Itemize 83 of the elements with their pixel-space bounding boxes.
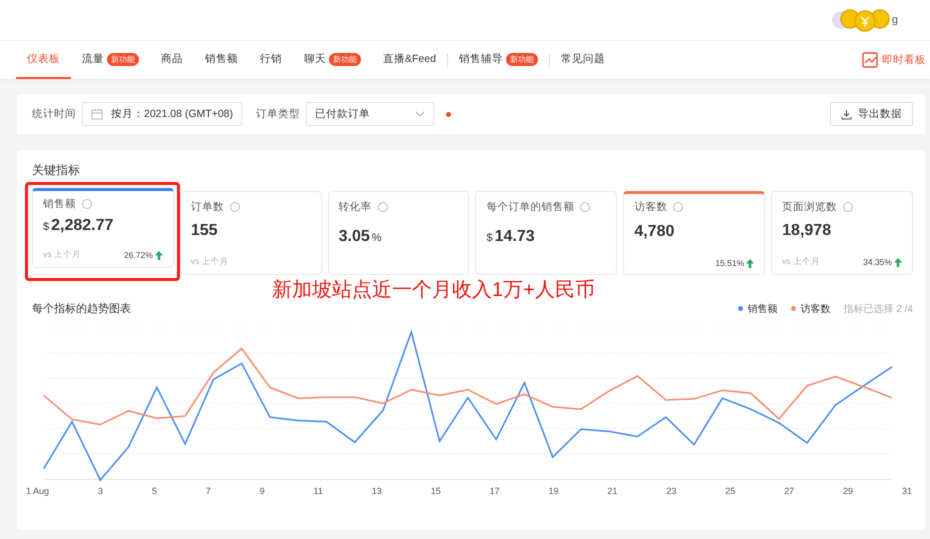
metric-card[interactable]: 访客数 4,780 15.51% (623, 191, 766, 275)
new-badge: 新功能 (329, 52, 361, 66)
change-value: 15.51% (715, 258, 744, 268)
order-type-label: 订单类型 (256, 107, 300, 121)
axis-label: 15 (430, 486, 441, 496)
metric-value: 155 (190, 222, 218, 240)
nav-tab[interactable]: 常见问题 (550, 41, 616, 79)
metric-value: 4,780 (634, 223, 674, 241)
axis-label: 7 (206, 486, 211, 496)
unit-sign: % (372, 232, 382, 244)
help-icon (378, 202, 388, 212)
currency-sign: $ (43, 221, 50, 233)
compare-label: vs 上个月 (43, 249, 81, 261)
metric-card[interactable]: 转化率 3.05% (328, 191, 470, 275)
help-icon (843, 202, 854, 212)
axis-label: 31 (902, 486, 912, 496)
calendar-icon (91, 108, 103, 120)
help-icon (580, 202, 590, 212)
annotation-text: 新加坡站点近一个月收入1万+人民币 (272, 279, 595, 301)
coins-icon (838, 8, 892, 32)
download-icon (841, 108, 852, 120)
line-chart-icon (862, 52, 878, 68)
metric-label: 页面浏览数 (782, 200, 838, 214)
metric-value: 18,978 (782, 222, 832, 240)
axis-label: 9 (260, 486, 265, 496)
axis-label: 5 (152, 486, 157, 496)
nav-tab[interactable]: 仪表板 (16, 41, 71, 79)
metric-label: 订单数 (190, 200, 224, 214)
metric-label: 转化率 (338, 200, 372, 214)
axis-label: 11 (314, 486, 323, 496)
help-icon (82, 199, 92, 209)
change-value: 26.72% (124, 250, 153, 260)
metric-card[interactable]: 订单数 155 vs 上个月 (180, 191, 322, 275)
axis-label: 23 (666, 486, 676, 496)
help-icon (230, 202, 240, 212)
caret-icon (415, 111, 426, 117)
user-name: g (892, 14, 898, 26)
nav-tab[interactable]: 销售额 (194, 41, 249, 79)
legend-label: 访客数 (800, 302, 831, 316)
axis-label: 3 (98, 486, 103, 496)
metric-value: 14.73 (494, 228, 535, 246)
axis-label: 27 (784, 486, 794, 496)
metric-label: 销售额 (43, 197, 76, 211)
metric-card[interactable]: 销售额 $2,282.77 vs 上个月 26.72% (32, 188, 174, 268)
help-icon (673, 202, 684, 212)
realtime-link[interactable]: 即时看板 (862, 41, 930, 79)
nav-tab[interactable]: 销售辅导 新功能 (448, 41, 549, 79)
metric-label: 访客数 (634, 200, 668, 214)
order-type-select[interactable]: 已付款订单 (306, 102, 434, 126)
axis-label: 17 (490, 486, 500, 496)
axis-label: 1 Aug (26, 486, 50, 496)
currency-sign: $ (486, 232, 493, 244)
up-arrow-icon (154, 250, 163, 260)
up-arrow-icon (746, 258, 754, 268)
axis-label: 25 (725, 486, 736, 496)
axis-label: 19 (548, 486, 559, 496)
export-button[interactable]: 导出数据 (830, 102, 913, 126)
change-value: 34.35% (863, 257, 892, 267)
axis-label: 13 (372, 486, 382, 496)
nav-tab[interactable]: 直播&Feed (372, 41, 447, 79)
chart-title: 每个指标的趋势图表 (32, 302, 131, 316)
selection-note: 指标已选择 2 /4 (844, 302, 913, 316)
compare-label: vs 上个月 (782, 256, 820, 268)
date-field[interactable]: 按月：2021.08 (GMT+08) (82, 102, 242, 126)
metric-card[interactable]: 每个订单的销售额 $14.73 (475, 191, 618, 275)
metric-value: 3.05 (338, 228, 370, 246)
metric-card[interactable]: 页面浏览数 18,978 vs 上个月 34.35% (771, 191, 913, 275)
axis-label: 21 (607, 486, 618, 496)
metric-label: 每个订单的销售额 (486, 200, 574, 214)
period-label: 统计时间 (32, 107, 76, 121)
new-badge: 新功能 (506, 52, 538, 66)
status-dot-icon (446, 112, 452, 116)
new-badge: 新功能 (107, 52, 139, 66)
nav-tab[interactable]: 商品 (150, 41, 194, 79)
metric-value: 2,282.77 (51, 217, 114, 235)
compare-label: vs 上个月 (190, 256, 229, 268)
nav-tab[interactable]: 流量 新功能 (71, 41, 150, 79)
nav-tab[interactable]: 行销 (249, 41, 293, 79)
up-arrow-icon (894, 258, 902, 266)
axis-label: 29 (843, 486, 854, 496)
legend-label: 销售额 (748, 302, 778, 316)
nav-tab[interactable]: 聊天 新功能 (293, 41, 372, 79)
section-title: 关键指标 (32, 162, 81, 179)
